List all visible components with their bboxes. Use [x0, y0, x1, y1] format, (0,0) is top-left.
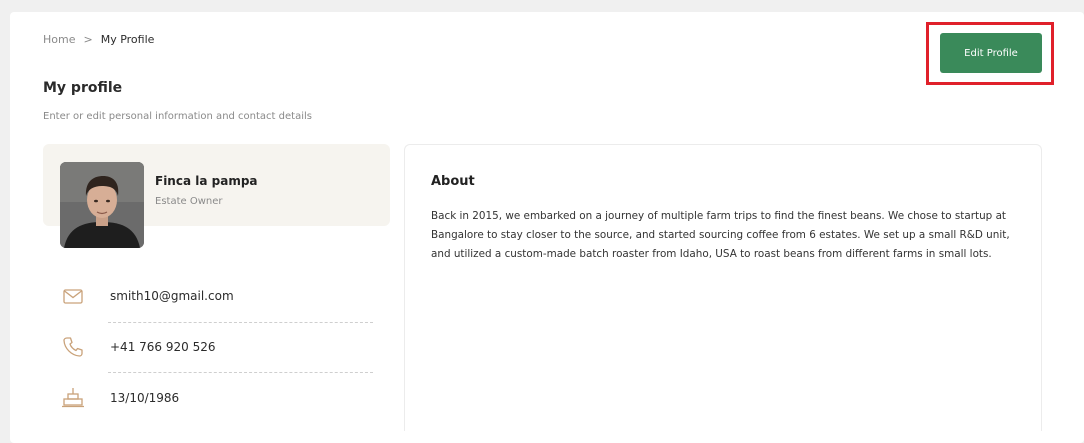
contact-phone: +41 766 920 526	[60, 336, 215, 358]
breadcrumb-separator: >	[83, 33, 93, 46]
profile-name: Finca la pampa	[155, 174, 258, 188]
page-title: My profile	[43, 80, 123, 96]
birthday-value: 13/10/1986	[110, 391, 180, 405]
profile-role: Estate Owner	[155, 196, 223, 207]
email-value[interactable]: smith10@gmail.com	[110, 289, 234, 303]
phone-icon	[60, 336, 86, 358]
about-text: Back in 2015, we embarked on a journey o…	[431, 210, 1010, 260]
contact-divider	[108, 322, 373, 323]
birthday-cake-icon	[60, 387, 86, 409]
avatar	[60, 162, 144, 248]
phone-value[interactable]: +41 766 920 526	[110, 340, 215, 354]
breadcrumb: Home > My Profile	[43, 33, 154, 46]
breadcrumb-home-link[interactable]: Home	[43, 33, 75, 46]
mail-icon	[60, 285, 86, 307]
breadcrumb-current: My Profile	[100, 33, 155, 46]
about-title: About	[431, 174, 475, 189]
edit-profile-button[interactable]: Edit Profile	[940, 33, 1042, 73]
contact-email: smith10@gmail.com	[60, 285, 234, 307]
about-card	[404, 144, 1042, 431]
contact-divider	[108, 372, 373, 373]
contact-birthday: 13/10/1986	[60, 387, 179, 409]
page-subtitle: Enter or edit personal information and c…	[43, 111, 312, 122]
